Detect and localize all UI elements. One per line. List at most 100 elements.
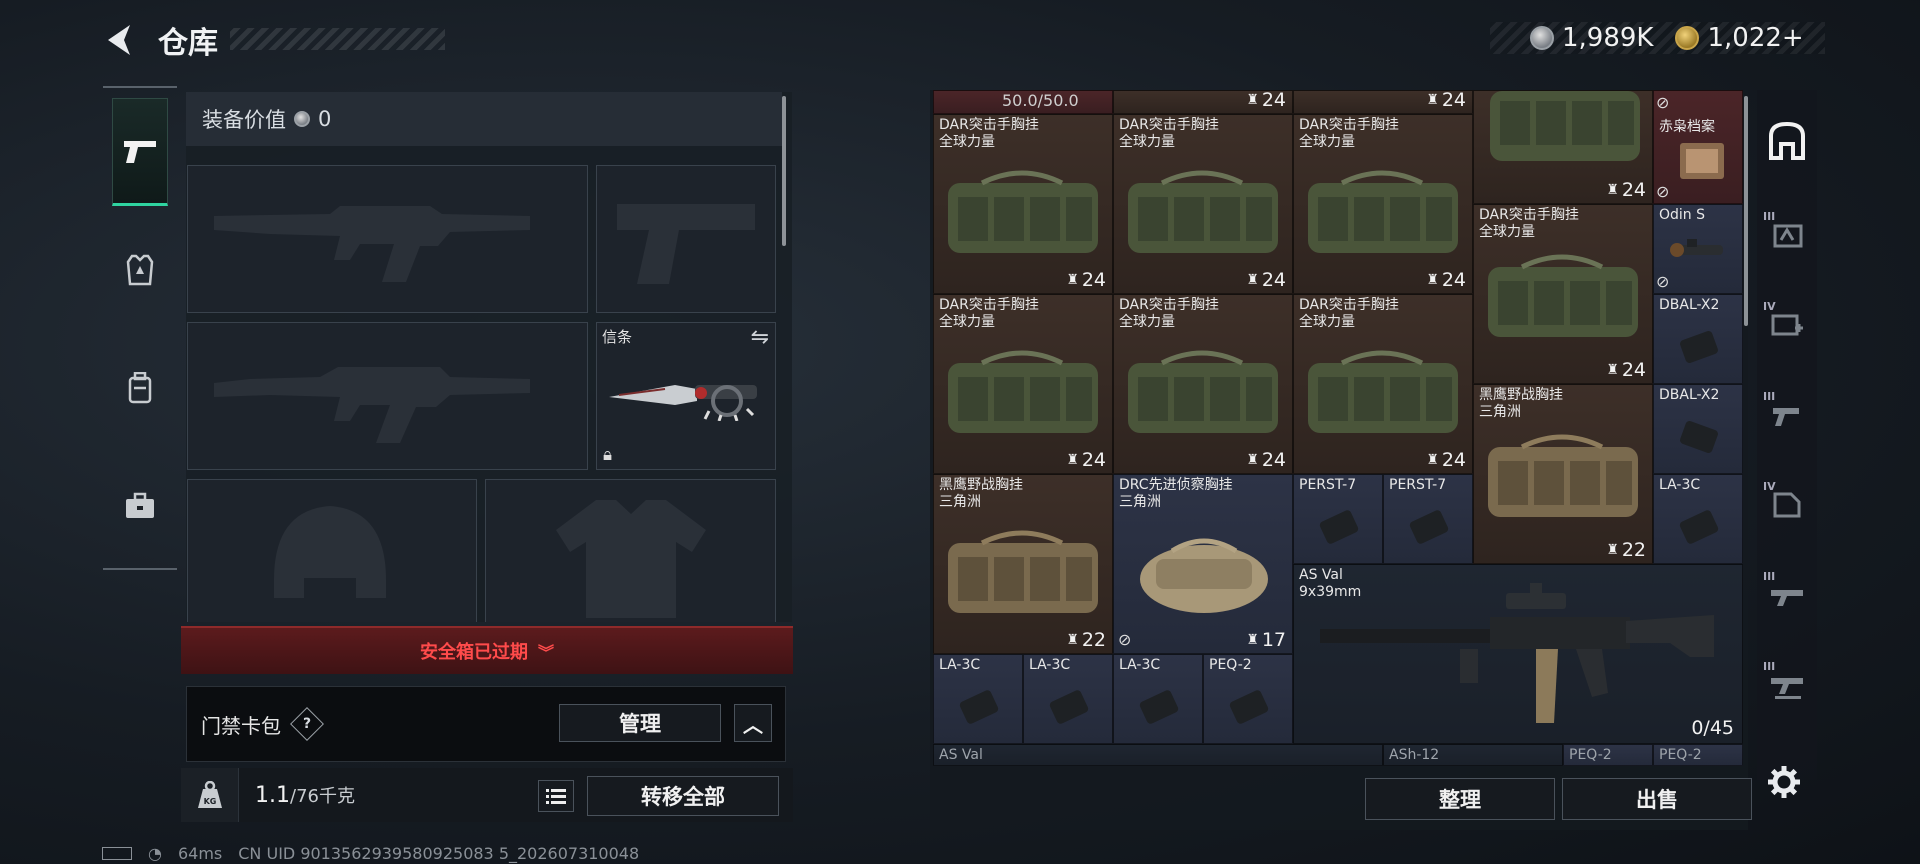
grid-item[interactable]: PEQ-2 <box>1653 744 1743 766</box>
silver-coin-icon <box>294 111 310 127</box>
grid-item-flashlight[interactable]: DBAL-X2 <box>1653 294 1743 384</box>
tactical-device-image <box>1680 331 1718 363</box>
rifle-silhouette-icon <box>214 206 530 282</box>
weight-readout: 1.1/76千克 <box>255 782 355 808</box>
grid-item-chest-rig[interactable]: DRC先进侦察胸挂 三角洲 ⊘ ♜ 17 <box>1113 474 1293 654</box>
chest-rig-image <box>948 350 1098 433</box>
helmet-slot[interactable] <box>187 479 477 622</box>
title-decoration <box>230 28 445 50</box>
grid-item[interactable]: PEQ-2 <box>1563 744 1653 766</box>
item-count: ♜ 24 <box>1246 449 1286 471</box>
equipment-value-amount: 0 <box>318 107 332 131</box>
item-count: ♜ 22 <box>1066 629 1106 651</box>
grid-item-laser[interactable]: LA-3C <box>933 654 1023 744</box>
uid-text: CN UID 9013562939580925083 5_20260731004… <box>238 844 640 863</box>
grid-item-laser[interactable]: LA-3C <box>1113 654 1203 744</box>
secondary-weapon-slot[interactable] <box>187 322 588 470</box>
sell-button[interactable]: 出售 <box>1562 778 1752 820</box>
tactical-device-image <box>959 690 999 724</box>
grid-item-laser[interactable]: PEQ-2 <box>1203 654 1293 744</box>
silver-currency[interactable]: 1,989K <box>1530 23 1653 53</box>
weight-icon: KG <box>181 768 239 822</box>
item-count: ♜ 22 <box>1606 539 1646 561</box>
grid-item[interactable]: AS Val <box>933 744 1383 766</box>
rail-item-medical[interactable]: IV <box>1763 300 1809 346</box>
warehouse-panel: 50.0/50.0 ♜ 24 ♜ 24 DAR突击手胸挂 全球力量 ♜ 24 DAR突… <box>930 90 1748 830</box>
safebox-expired-banner[interactable]: 安全箱已过期 ︾ <box>181 626 793 674</box>
grid-item-chest-rig[interactable]: DAR突击手胸挂 全球力量 ♜ 24 <box>1293 294 1473 474</box>
currency-bar: 1,989K 1,022+ <box>1490 22 1825 54</box>
back-arrow-icon <box>108 25 130 55</box>
equipment-value: 装备价值 0 <box>186 92 782 146</box>
grid-item-chest-rig[interactable]: DAR突击手胸挂 全球力量 ♜ 24 <box>933 294 1113 474</box>
rail-item-archive[interactable]: IV <box>1763 480 1809 526</box>
list-icon[interactable] <box>538 780 574 812</box>
grid-item[interactable]: ♜ 24 <box>1293 90 1473 114</box>
grid-item-chest-rig[interactable]: ♜ 24 <box>1473 90 1653 204</box>
primary-weapon-slot[interactable] <box>187 165 588 313</box>
loadout-scrollbar[interactable] <box>782 96 786 246</box>
grid-item-chest-rig[interactable]: DAR突击手胸挂 全球力量 ♜ 24 <box>1113 114 1293 294</box>
safebox-status: 安全箱已过期 <box>419 642 528 663</box>
tab-weapons[interactable] <box>112 98 168 206</box>
grid-item[interactable]: ASh-12 <box>1383 744 1563 766</box>
weight-value: 1.1 <box>255 783 290 808</box>
grid-item-laser[interactable]: PERST-7 <box>1293 474 1383 564</box>
rail-item-rifle-rack[interactable]: III <box>1763 570 1809 616</box>
melee-slot-label: 信条 <box>602 328 633 346</box>
tactical-device-image <box>1049 690 1089 724</box>
sort-button[interactable]: 整理 <box>1365 778 1555 820</box>
help-icon[interactable]: ? <box>290 707 324 741</box>
body-armor-slot[interactable] <box>485 479 776 622</box>
chevron-up-icon[interactable]: ︿ <box>734 704 772 742</box>
item-count: ♜ 24 <box>1066 449 1106 471</box>
grid-item-rifle[interactable]: AS Val 9x39mm 0/45 <box>1293 564 1743 744</box>
manage-button[interactable]: 管理 <box>559 704 721 742</box>
warehouse-grid: 50.0/50.0 ♜ 24 ♜ 24 DAR突击手胸挂 全球力量 ♜ 24 DAR突… <box>933 90 1744 766</box>
tab-case[interactable] <box>112 452 168 560</box>
item-count: ♜ 24 <box>1066 269 1106 291</box>
settings-button[interactable] <box>1764 762 1804 802</box>
dossier-image <box>1680 143 1724 179</box>
as-val-rifle-image <box>1320 583 1714 723</box>
tactical-device-image <box>1409 510 1449 544</box>
grid-item-chest-rig[interactable]: 黑鹰野战胸挂 三角洲 ♜ 22 <box>933 474 1113 654</box>
item-count: ♜ 24 <box>1606 179 1646 201</box>
tab-backpack[interactable] <box>112 334 168 442</box>
chest-rig-image <box>1128 170 1278 253</box>
grid-item-laser[interactable]: PERST-7 <box>1383 474 1473 564</box>
rail-item-weapon-bench[interactable]: III <box>1763 390 1809 436</box>
back-button[interactable] <box>100 20 140 60</box>
chest-rig-image <box>948 170 1098 253</box>
grid-item-chest-rig[interactable]: DAR突击手胸挂 全球力量 ♜ 24 <box>1293 114 1473 294</box>
rail-item-workshop[interactable]: III <box>1763 210 1809 256</box>
grid-item-chest-rig[interactable]: DAR突击手胸挂 全球力量 ♜ 24 <box>1473 204 1653 384</box>
gold-currency[interactable]: 1,022+ <box>1675 23 1804 53</box>
transfer-all-button[interactable]: 转移全部 <box>587 776 779 816</box>
warehouse-scrollbar[interactable] <box>1744 96 1748 326</box>
grid-item-dossier[interactable]: ⊘ 赤枭档案 ⊘ <box>1653 90 1743 204</box>
gear-icon <box>1768 766 1800 798</box>
grid-item-laser[interactable]: LA-3C <box>1023 654 1113 744</box>
item-count: ♜ 24 <box>1426 269 1466 291</box>
grid-item[interactable]: ♜ 24 <box>1113 90 1293 114</box>
rail-item-gun-rack[interactable]: III <box>1763 660 1809 706</box>
grid-item-laser[interactable]: LA-3C <box>1653 474 1743 564</box>
grid-item-scope[interactable]: Odin S ⊘ <box>1653 204 1743 294</box>
grid-item[interactable]: 50.0/50.0 <box>933 90 1113 114</box>
weight-bar: KG 1.1/76千克 转移全部 <box>181 768 793 822</box>
grid-item-flashlight[interactable]: DBAL-X2 <box>1653 384 1743 474</box>
melee-slot[interactable]: 信条 ⇋ 🔒︎ <box>596 322 776 470</box>
tab-armor[interactable] <box>112 216 168 324</box>
chest-rig-image <box>1308 350 1458 433</box>
grid-item-chest-rig[interactable]: DAR突击手胸挂 全球力量 ♜ 24 <box>933 114 1113 294</box>
sidearm-slot[interactable] <box>596 165 776 313</box>
silver-coin-icon <box>1530 26 1554 50</box>
knife-icon <box>609 385 757 421</box>
rail-item-storage[interactable] <box>1765 118 1809 162</box>
swap-icon[interactable]: ⇋ <box>751 325 769 350</box>
chest-rig-image <box>948 530 1098 613</box>
battery-icon <box>102 847 132 860</box>
grid-item-chest-rig[interactable]: DAR突击手胸挂 全球力量 ♜ 24 <box>1113 294 1293 474</box>
grid-item-chest-rig[interactable]: 黑鹰野战胸挂 三角洲 ♜ 22 <box>1473 384 1653 564</box>
